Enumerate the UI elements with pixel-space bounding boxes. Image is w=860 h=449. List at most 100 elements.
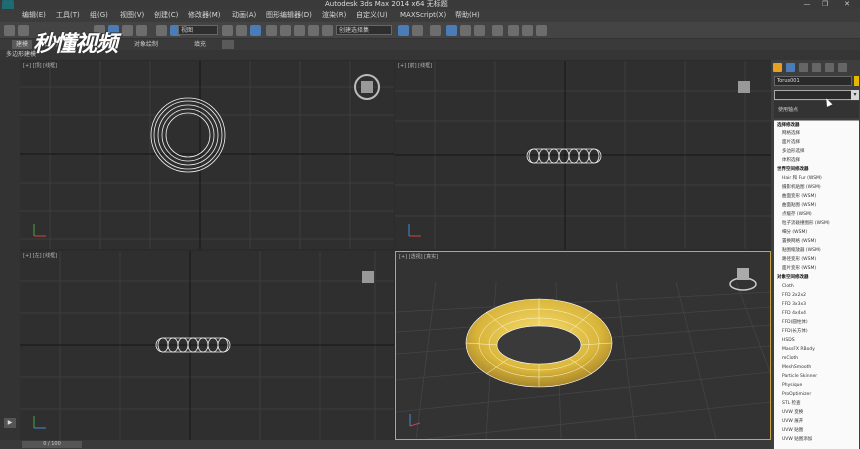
render-production-icon[interactable] — [536, 25, 547, 36]
mirror-icon[interactable] — [398, 25, 409, 36]
menu-bar: 编辑(E) 工具(T) 组(G) 视图(V) 创建(C) 修改器(M) 动画(A… — [0, 9, 860, 22]
menu-customize[interactable]: 自定义(U) — [356, 9, 388, 22]
tab-populate[interactable]: 填充 — [190, 40, 210, 49]
time-slider[interactable]: 0 / 100 — [22, 441, 82, 448]
viewport-front-label[interactable]: [+] [前] [线框] — [398, 62, 432, 69]
object-color-swatch[interactable] — [854, 76, 859, 86]
list-item[interactable]: HSDS — [782, 338, 795, 344]
graphite-ribbon-icon[interactable] — [446, 25, 457, 36]
list-item[interactable]: 细分 (WSM) — [782, 230, 807, 236]
spinner-snap-icon[interactable] — [308, 25, 319, 36]
menu-modifiers[interactable]: 修改器(M) — [188, 9, 221, 22]
viewport-top-label[interactable]: [+] [顶] [线框] — [23, 62, 57, 69]
render-setup-icon[interactable] — [508, 25, 519, 36]
list-item[interactable]: 多边形选择 — [782, 149, 805, 155]
snaps-toggle-icon[interactable] — [266, 25, 277, 36]
rendered-frame-icon[interactable] — [522, 25, 533, 36]
list-item[interactable]: 摄影机贴图 (WSM) — [782, 185, 821, 191]
list-item[interactable]: UVW 贴图添加 — [782, 437, 812, 443]
menu-edit[interactable]: 编辑(E) — [22, 9, 46, 22]
layer-manager-icon[interactable] — [430, 25, 441, 36]
menu-tools[interactable]: 工具(T) — [56, 9, 80, 22]
list-item[interactable]: UVW 展开 — [782, 419, 803, 425]
minimize-button[interactable]: — — [800, 0, 814, 9]
create-tab-icon[interactable] — [773, 63, 782, 72]
play-icon[interactable]: ▶ — [4, 418, 16, 428]
list-item[interactable]: FFD 3x3x3 — [782, 302, 806, 308]
schematic-view-icon[interactable] — [474, 25, 485, 36]
close-button[interactable]: ✕ — [840, 0, 854, 9]
material-editor-icon[interactable] — [492, 25, 503, 36]
viewport-top[interactable]: [+] [顶] [线框] — [20, 61, 394, 249]
pivot-icon[interactable] — [222, 25, 233, 36]
motion-tab-icon[interactable] — [812, 63, 821, 72]
tab-modeling[interactable]: 建模 — [12, 40, 33, 49]
display-tab-icon[interactable] — [825, 63, 834, 72]
redo-icon[interactable] — [18, 25, 29, 36]
list-item[interactable]: MeshSmooth — [782, 365, 811, 371]
viewport-front[interactable]: [+] [前] [线框] — [395, 61, 771, 249]
hierarchy-tab-icon[interactable] — [799, 63, 808, 72]
list-item[interactable]: UVW 变换 — [782, 410, 803, 416]
grid-left — [20, 251, 394, 440]
maximize-button[interactable]: ❐ — [818, 0, 832, 9]
selection-set-dropdown[interactable]: 创建选择集 — [336, 25, 392, 35]
list-item[interactable]: 体积选择 — [782, 158, 800, 164]
viewport-perspective[interactable]: [+] [透视] [真实] — [395, 251, 771, 440]
menu-rendering[interactable]: 渲染(R) — [322, 9, 346, 22]
list-item[interactable]: 面片选择 — [782, 140, 800, 146]
keyboard-shortcut-icon[interactable] — [250, 25, 261, 36]
angle-snap-icon[interactable] — [280, 25, 291, 36]
curve-editor-icon[interactable] — [460, 25, 471, 36]
list-item[interactable]: 置换网格 (WSM) — [782, 239, 816, 245]
edit-named-sel-icon[interactable] — [322, 25, 333, 36]
menu-help[interactable]: 帮助(H) — [455, 9, 480, 22]
list-item[interactable]: 粒子流碰撞图形 (WSM) — [782, 221, 830, 227]
list-item[interactable]: 曲面变形 (WSM) — [782, 194, 816, 200]
list-item[interactable]: Particle Skinner — [782, 374, 817, 380]
list-item[interactable]: STL 检查 — [782, 401, 801, 407]
viewport-perspective-label[interactable]: [+] [透视] [真实] — [399, 253, 438, 260]
list-item[interactable]: ProOptimizer — [782, 392, 811, 398]
list-item[interactable]: FFD 4x4x4 — [782, 311, 806, 317]
list-item[interactable]: Physique — [782, 383, 802, 389]
list-item[interactable]: 路径变形 (WSM) — [782, 257, 816, 263]
list-item[interactable]: FFD(圆柱体) — [782, 320, 808, 326]
chevron-down-icon[interactable]: ▾ — [851, 90, 859, 100]
list-item[interactable]: FFD 2x2x2 — [782, 293, 806, 299]
list-item[interactable]: FFD(长方体) — [782, 329, 808, 335]
view-coord-dropdown[interactable]: 视图 — [178, 25, 218, 35]
menu-views[interactable]: 视图(V) — [120, 9, 144, 22]
viewport-left[interactable]: [+] [左] [线框] — [20, 251, 394, 440]
list-item[interactable]: UVW 贴图 — [782, 428, 803, 434]
ribbon-options-button[interactable] — [222, 40, 234, 49]
object-name-field[interactable]: Torus001 — [774, 76, 852, 86]
menu-maxscript[interactable]: MAXScript(X) — [400, 9, 446, 22]
list-item[interactable]: 点缓存 (WSM) — [782, 212, 812, 218]
undo-icon[interactable] — [4, 25, 15, 36]
list-item[interactable]: 曲面贴图 (WSM) — [782, 203, 816, 209]
list-item[interactable]: Hair 和 Fur (WSM) — [782, 176, 822, 182]
list-item[interactable]: MassFX RBody — [782, 347, 815, 353]
list-item[interactable]: Cloth — [782, 284, 794, 290]
modifier-list-dropdown[interactable] — [774, 90, 855, 100]
window-crossing-icon[interactable] — [136, 25, 147, 36]
rectangle-region-icon[interactable] — [122, 25, 133, 36]
list-item[interactable]: mCloth — [782, 356, 798, 362]
menu-create[interactable]: 创建(C) — [154, 9, 178, 22]
menu-graph-editors[interactable]: 图形编辑器(D) — [266, 9, 312, 22]
viewport-left-label[interactable]: [+] [左] [线框] — [23, 252, 57, 259]
utilities-tab-icon[interactable] — [838, 63, 847, 72]
modify-tab-icon[interactable] — [786, 63, 795, 72]
list-item[interactable]: 贴图缩放器 (WSM) — [782, 248, 821, 254]
list-item[interactable]: 面片变形 (WSM) — [782, 266, 816, 272]
select-manipulate-icon[interactable] — [236, 25, 247, 36]
select-move-icon[interactable] — [156, 25, 167, 36]
menu-animation[interactable]: 动画(A) — [232, 9, 256, 22]
menu-group[interactable]: 组(G) — [90, 9, 108, 22]
tab-object-paint[interactable]: 对象绘制 — [130, 40, 162, 49]
list-item[interactable]: 网格选择 — [782, 131, 800, 137]
percent-snap-icon[interactable] — [294, 25, 305, 36]
stack-item[interactable]: 使用轴点 — [778, 106, 798, 113]
align-icon[interactable] — [412, 25, 423, 36]
